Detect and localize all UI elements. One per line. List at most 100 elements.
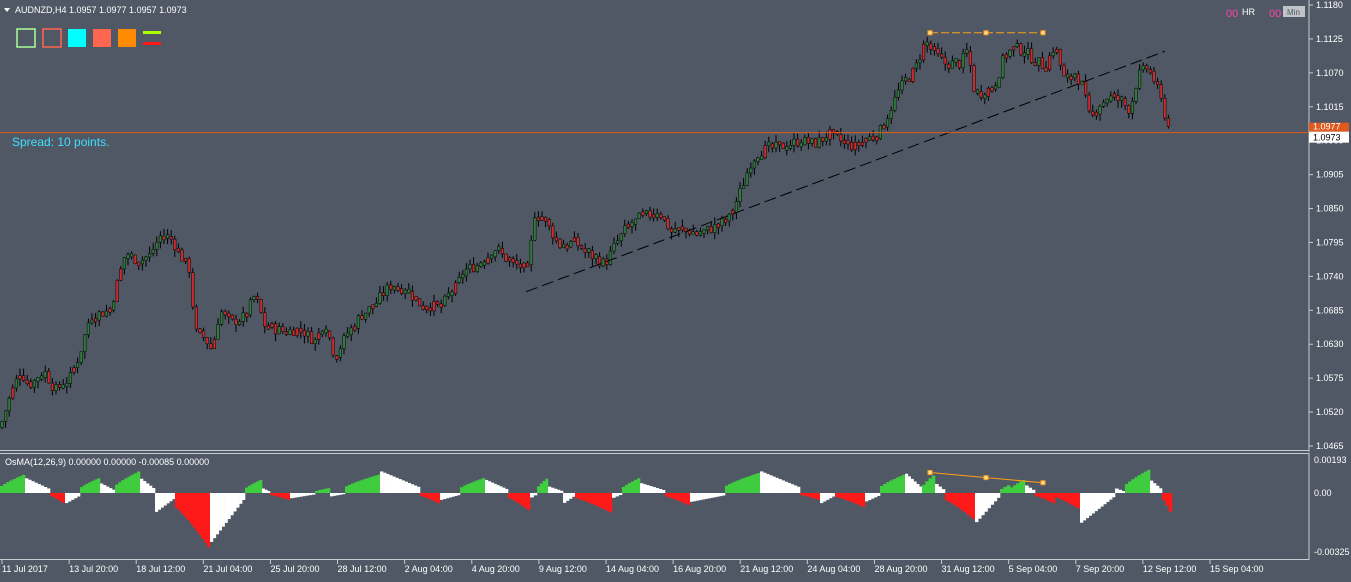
candle-body [54, 384, 58, 391]
candle-body [893, 96, 897, 111]
osma-bar [853, 493, 857, 504]
candle-body [727, 213, 731, 222]
candle-body [860, 142, 864, 146]
osma-bar [445, 493, 449, 499]
candle-body [1073, 73, 1077, 79]
orange-box-tool[interactable] [118, 29, 136, 47]
divergence-point[interactable] [1040, 30, 1046, 36]
osma-bar [259, 479, 263, 493]
candle-body [569, 241, 573, 248]
osma-bar [127, 476, 131, 493]
candle-body [137, 261, 141, 267]
candle-body [86, 322, 90, 336]
candle-body [461, 273, 465, 279]
osma-bar [278, 493, 282, 498]
osma-bar [793, 485, 798, 493]
hr-counter: 00 [1226, 8, 1238, 20]
osma-bar [91, 480, 95, 493]
cyan-box-tool[interactable] [68, 29, 86, 47]
osma-bar [716, 493, 720, 497]
osma-bar [333, 493, 337, 496]
candle-body [976, 89, 980, 94]
candle-body [1130, 101, 1134, 114]
candle-body [202, 330, 206, 338]
candle-body [720, 218, 724, 226]
osma-bar [133, 473, 138, 493]
candle-body [554, 236, 558, 242]
candle-body [497, 246, 501, 251]
osma-divergence-point[interactable] [927, 469, 933, 475]
divergence-point[interactable] [927, 30, 933, 36]
osma-bar [1112, 493, 1116, 498]
osma-bar [287, 493, 291, 500]
osma-bar [97, 478, 101, 493]
osma-bar [71, 493, 75, 500]
osma-bar [233, 493, 237, 512]
osma-bar [901, 474, 906, 493]
candle-body [950, 60, 954, 69]
osma-divergence-point[interactable] [1040, 480, 1046, 486]
osma-bar [868, 493, 872, 501]
osma-bar [434, 493, 438, 502]
candle-body [738, 187, 742, 202]
candle-body [184, 258, 188, 262]
candle-body [968, 51, 972, 66]
candle-body [1084, 80, 1088, 96]
candle-body [821, 137, 825, 142]
osma-bar [856, 493, 860, 505]
candle-body [814, 138, 818, 148]
candle-body [547, 219, 551, 227]
osma-bar [658, 488, 663, 493]
time-tick-label: 12 Sep 12:00 [1143, 564, 1197, 574]
osma-bar [62, 493, 66, 503]
osma-bar [800, 493, 804, 496]
candle-body [472, 264, 476, 273]
candle-body [392, 286, 396, 291]
osma-bar [80, 487, 84, 493]
osma-bar [668, 493, 672, 498]
candle-body [767, 141, 771, 146]
candle-body [295, 327, 299, 336]
osma-bar [290, 493, 294, 499]
candle-body [979, 91, 983, 98]
candle-body [1148, 68, 1152, 74]
osma-bar [957, 493, 961, 508]
osma-bar [928, 478, 933, 493]
osma-bar [82, 485, 87, 493]
osma-bar [256, 481, 260, 493]
osma-bar [643, 484, 647, 493]
osma-bar [751, 474, 755, 493]
candle-body [824, 137, 828, 142]
osma-bar [442, 493, 447, 500]
osma-bar [539, 483, 543, 493]
osma-bar [140, 478, 144, 493]
candle-body [7, 397, 11, 412]
salmon-box-tool[interactable] [93, 29, 111, 47]
candle-body [1109, 95, 1113, 102]
candle-body [1062, 64, 1066, 77]
candle-body [166, 234, 170, 239]
osma-bar [557, 489, 561, 493]
osma-bar [1118, 489, 1122, 493]
candle-body [14, 378, 18, 389]
candle-body [479, 262, 483, 267]
osma-bar [692, 493, 697, 502]
osma-bar [65, 493, 69, 504]
osma-divergence-point[interactable] [983, 475, 989, 481]
candle-body [745, 172, 749, 186]
osma-bar [1016, 483, 1020, 493]
candle-body [126, 254, 130, 259]
candle-body [785, 146, 789, 151]
osma-bar [478, 479, 483, 493]
candle-body [374, 302, 378, 307]
osma-bar [321, 489, 325, 493]
candle-body [76, 362, 80, 368]
divergence-point[interactable] [983, 30, 989, 36]
osma-bar [18, 476, 23, 493]
candle-body [1127, 105, 1131, 114]
chart-canvas[interactable]: 1.11801.11251.10701.10151.09601.09051.08… [0, 0, 1351, 582]
osma-bar [311, 493, 316, 495]
osma-bar [1146, 469, 1151, 493]
candle-body [486, 257, 490, 264]
osma-bar [835, 493, 839, 497]
